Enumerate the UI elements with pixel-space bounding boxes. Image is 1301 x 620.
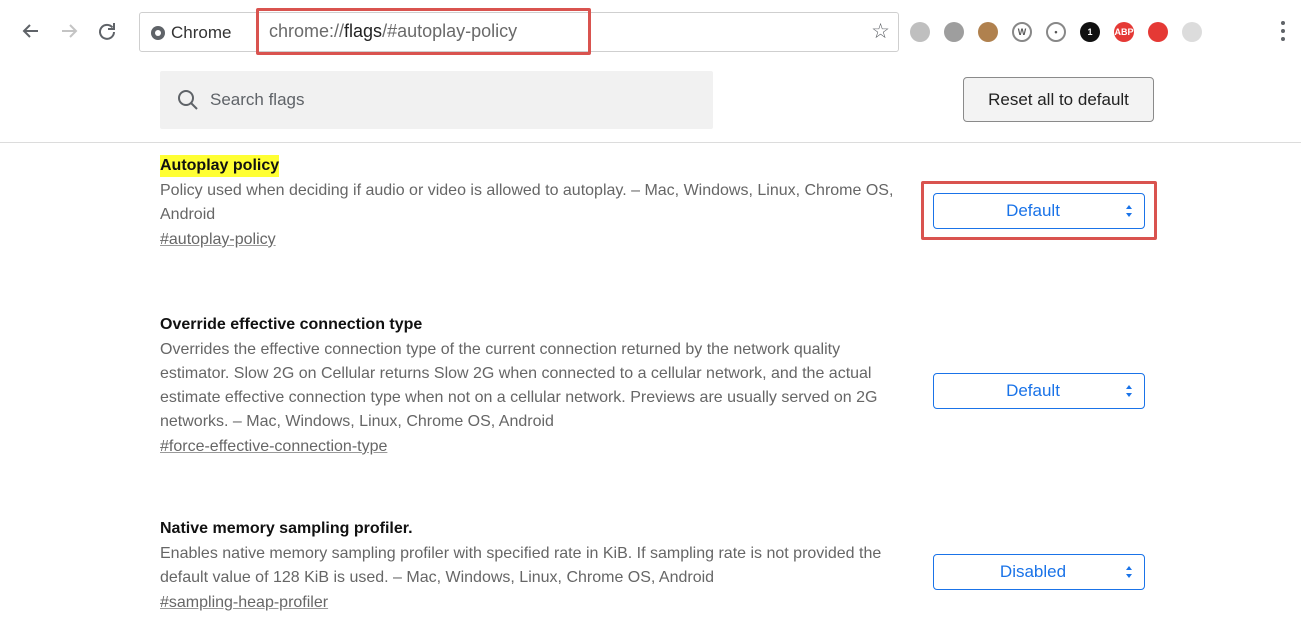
reset-all-button[interactable]: Reset all to default [963, 77, 1154, 122]
updown-arrows-icon [1126, 566, 1132, 578]
ext-3-icon[interactable] [978, 22, 998, 42]
search-input[interactable] [210, 86, 690, 114]
flag-autoplay-policy: Autoplay policy Policy used when decidin… [160, 155, 900, 253]
reload-icon [99, 23, 115, 40]
flag-link[interactable]: #sampling-heap-profiler [160, 590, 328, 616]
extensions-bar: W • 1 ABP [910, 19, 1202, 45]
ext-4-icon[interactable]: W [1012, 22, 1032, 42]
bookmark-star-icon[interactable]: ☆ [871, 21, 890, 43]
flag-description: Overrides the effective connection type … [160, 341, 878, 430]
search-flags-box[interactable] [160, 71, 713, 129]
arrow-left-icon [22, 24, 38, 38]
ext-6-icon[interactable]: 1 [1080, 22, 1100, 42]
site-label: Chrome [171, 23, 232, 42]
back-button[interactable] [18, 18, 44, 44]
flag-title: Override effective connection type [160, 316, 423, 333]
flag-sampling-heap-profiler: Native memory sampling profiler. Enables… [160, 518, 900, 616]
flag-effective-connection-type: Override effective connection type Overr… [160, 314, 900, 460]
reload-button[interactable] [94, 18, 120, 44]
flag-select-autoplay[interactable]: Default [933, 193, 1145, 229]
header-divider [0, 142, 1301, 143]
flag-title: Native memory sampling profiler. [160, 520, 413, 537]
flag-description: Policy used when deciding if audio or vi… [160, 182, 894, 223]
flag-description: Enables native memory sampling profiler … [160, 545, 882, 586]
ext-1-icon[interactable] [910, 22, 930, 42]
flag-link[interactable]: #force-effective-connection-type [160, 434, 387, 460]
omnibox[interactable]: Chrome chrome://flags/#autoplay-policy ☆ [139, 8, 899, 55]
url-field[interactable]: chrome://flags/#autoplay-policy [256, 8, 591, 55]
site-chip[interactable]: Chrome [151, 22, 231, 44]
ext-5-icon[interactable]: • [1046, 22, 1066, 42]
ext-7-icon[interactable]: ABP [1114, 22, 1134, 42]
select-value: Default [1006, 201, 1060, 220]
select-value: Default [1006, 381, 1060, 400]
flag-select-sampling-profiler[interactable]: Disabled [933, 554, 1145, 590]
updown-arrows-icon [1126, 205, 1132, 217]
url-scheme: chrome:// [269, 21, 345, 41]
arrow-right-icon [62, 24, 78, 38]
ext-8-icon[interactable] [1148, 22, 1168, 42]
ext-2-icon[interactable] [944, 22, 964, 42]
forward-button[interactable] [56, 18, 82, 44]
flag-link[interactable]: #autoplay-policy [160, 227, 276, 253]
select-value: Disabled [999, 562, 1067, 581]
flag-title: Autoplay policy [160, 155, 280, 177]
menu-kebab-icon[interactable] [1275, 18, 1291, 44]
browser-toolbar: Chrome chrome://flags/#autoplay-policy ☆… [0, 0, 1301, 62]
url-host: flags [344, 21, 383, 41]
flag-select-connection-type[interactable]: Default [933, 373, 1145, 409]
updown-arrows-icon [1126, 385, 1132, 397]
search-icon [178, 90, 198, 110]
chrome-logo-icon [151, 26, 165, 40]
ext-9-icon[interactable] [1182, 22, 1202, 42]
url-path: /#autoplay-policy [382, 21, 518, 41]
